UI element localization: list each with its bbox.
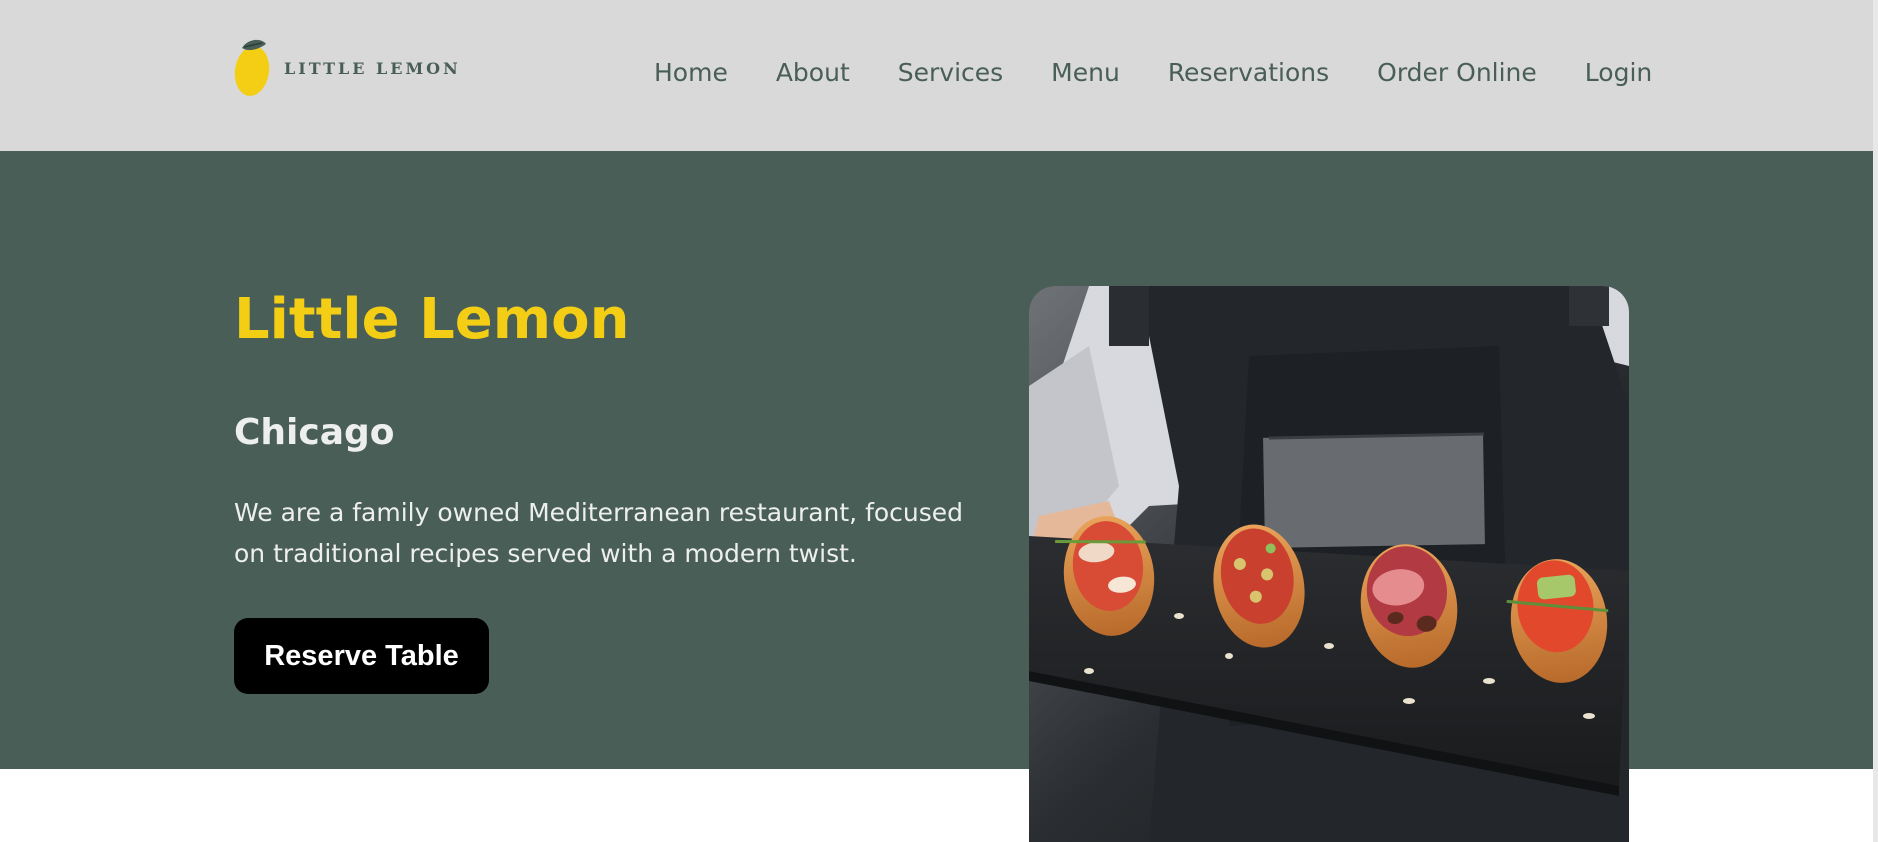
lemon-icon bbox=[234, 39, 270, 96]
nav-item-reservations[interactable]: Reservations bbox=[1168, 56, 1329, 90]
site-header: LITTLE LEMON Home About Services Menu Re… bbox=[0, 0, 1873, 151]
reserve-table-button[interactable]: Reserve Table bbox=[234, 618, 489, 694]
nav-item-menu[interactable]: Menu bbox=[1051, 56, 1120, 90]
nav-item-login[interactable]: Login bbox=[1585, 56, 1652, 90]
hero-city: Chicago bbox=[234, 412, 395, 453]
nav-item-order-online[interactable]: Order Online bbox=[1377, 56, 1537, 90]
hero-description: We are a family owned Mediterranean rest… bbox=[234, 498, 964, 568]
nav-item-home[interactable]: Home bbox=[654, 56, 728, 90]
nav-item-about[interactable]: About bbox=[776, 56, 850, 90]
hero-title: Little Lemon bbox=[234, 287, 630, 352]
page-scrollbar[interactable] bbox=[1873, 0, 1878, 842]
nav-item-services[interactable]: Services bbox=[898, 56, 1003, 90]
hero-photo bbox=[1029, 286, 1629, 842]
food-photo-image bbox=[1029, 286, 1629, 842]
logo-text: LITTLE LEMON bbox=[284, 58, 461, 78]
main-nav: Home About Services Menu Reservations Or… bbox=[654, 56, 1652, 90]
logo-link[interactable]: LITTLE LEMON bbox=[234, 36, 461, 100]
